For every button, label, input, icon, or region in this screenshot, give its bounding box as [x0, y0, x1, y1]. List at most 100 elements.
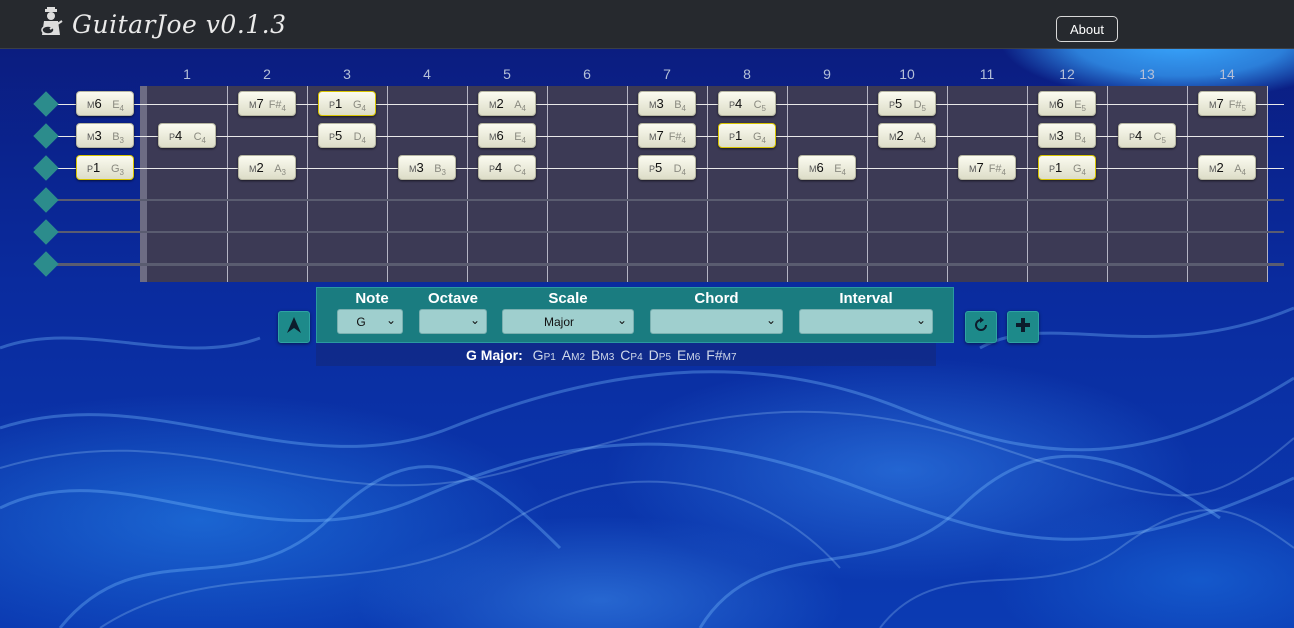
note-button[interactable]: P5 D4	[638, 155, 696, 180]
fret-number: 10	[899, 66, 915, 82]
note-button[interactable]: P5 D5	[878, 91, 936, 116]
note-button[interactable]: M2 A3	[238, 155, 296, 180]
fret-wire	[1187, 86, 1188, 282]
fret-number: 9	[823, 66, 831, 82]
note-select[interactable]: G ⌄	[337, 309, 403, 334]
interval-label: P5	[649, 160, 663, 175]
note-button[interactable]: M7 F#4	[238, 91, 296, 116]
note-name: A4	[514, 99, 526, 114]
fret-number: 11	[979, 66, 995, 82]
octave-label: Octave	[427, 290, 479, 307]
interval-label: M6	[1049, 96, 1064, 111]
fret-number: 6	[583, 66, 591, 82]
note-name: E4	[834, 163, 846, 178]
note-button[interactable]: M2 A4	[878, 123, 936, 148]
note-name: F#5	[1228, 99, 1246, 114]
note-button[interactable]: M7 F#5	[1198, 91, 1256, 116]
note-name: A3	[274, 163, 286, 178]
string-toggle-diamond-icon[interactable]	[33, 251, 59, 277]
note-button[interactable]: P5 D4	[318, 123, 376, 148]
scale-note: F#M7	[706, 347, 737, 363]
interval-label: M6	[809, 160, 824, 175]
interval-label: P1	[729, 128, 743, 143]
interval-label: M3	[409, 160, 424, 175]
app-title: GuitarJoe v0.1.3	[72, 9, 287, 39]
fret-wire	[947, 86, 948, 282]
note-button[interactable]: M2 A4	[1198, 155, 1256, 180]
note-button[interactable]: M7 F#4	[958, 155, 1016, 180]
string-toggle-diamond-icon[interactable]	[33, 91, 59, 117]
note-button[interactable]: M3 B3	[76, 123, 134, 148]
string-toggle-diamond-icon[interactable]	[33, 219, 59, 245]
note-button[interactable]: M7 F#4	[638, 123, 696, 148]
fret-number: 7	[663, 66, 671, 82]
note-button[interactable]: M3 B4	[1038, 123, 1096, 148]
fret-wire	[387, 86, 388, 282]
interval-label: P4	[169, 128, 183, 143]
note-name: A4	[914, 131, 926, 146]
note-name: E4	[112, 99, 124, 114]
interval-label: M2	[889, 128, 904, 143]
note-name: F#4	[668, 131, 686, 146]
interval-label: M7	[1209, 96, 1224, 111]
nut	[140, 86, 147, 282]
fret-number: 4	[423, 66, 431, 82]
chevron-down-icon: ⌄	[915, 313, 926, 327]
interval-label: M6	[489, 128, 504, 143]
about-button[interactable]: About	[1056, 16, 1118, 42]
root-note-button[interactable]: P1 G4	[1038, 155, 1096, 180]
interval-label: M6	[87, 96, 102, 111]
collapse-button[interactable]	[278, 311, 310, 343]
string-toggle-diamond-icon[interactable]	[33, 187, 59, 213]
root-note-button[interactable]: P1 G4	[718, 123, 776, 148]
root-note-button[interactable]: P1 G4	[318, 91, 376, 116]
scale-summary: G Major: GP1 AM2 BM3 CP4 DP5 EM6 F#M7	[466, 347, 737, 363]
add-fretboard-button[interactable]	[1007, 311, 1039, 343]
note-name: E5	[1074, 99, 1086, 114]
string-toggle-diamond-icon[interactable]	[33, 155, 59, 181]
interval-label: M2	[489, 96, 504, 111]
chevron-down-icon: ⌄	[385, 313, 396, 327]
plus-icon	[1014, 316, 1032, 338]
scale-label: Scale	[548, 290, 588, 307]
fret-wire	[547, 86, 548, 282]
note-name: C4	[193, 131, 206, 146]
note-button[interactable]: M6 E4	[478, 123, 536, 148]
interval-label: P5	[329, 128, 343, 143]
interval-label: M3	[87, 128, 102, 143]
note-button[interactable]: M2 A4	[478, 91, 536, 116]
note-name: B3	[434, 163, 446, 178]
note-button[interactable]: M3 B3	[398, 155, 456, 180]
interval-label: M2	[249, 160, 264, 175]
note-name: G4	[752, 131, 766, 146]
fret-number: 5	[503, 66, 511, 82]
note-name: G4	[1072, 163, 1086, 178]
octave-select[interactable]: ⌄	[419, 309, 487, 334]
scale-summary-title: G Major:	[466, 347, 523, 363]
root-note-button[interactable]: P1 G3	[76, 155, 134, 180]
navbar: GuitarJoe v0.1.3 About	[0, 0, 1294, 49]
fret-wire	[627, 86, 628, 282]
interval-label: M7	[649, 128, 664, 143]
note-button[interactable]: M3 B4	[638, 91, 696, 116]
note-name: D4	[673, 163, 686, 178]
note-name: F#4	[988, 163, 1006, 178]
fretboard	[140, 86, 1267, 282]
reset-button[interactable]	[965, 311, 997, 343]
brand[interactable]: GuitarJoe v0.1.3	[36, 6, 287, 42]
chord-select[interactable]: ⌄	[650, 309, 783, 334]
note-button[interactable]: P4 C5	[718, 91, 776, 116]
scale-select[interactable]: Major ⌄	[502, 309, 634, 334]
note-name: B4	[1074, 131, 1086, 146]
note-button[interactable]: M6 E4	[76, 91, 134, 116]
note-button[interactable]: M6 E5	[1038, 91, 1096, 116]
interval-label: P1	[329, 96, 343, 111]
note-button[interactable]: M6 E4	[798, 155, 856, 180]
note-button[interactable]: P4 C4	[478, 155, 536, 180]
fret-number: 12	[1059, 66, 1075, 82]
interval-select[interactable]: ⌄	[799, 309, 933, 334]
note-button[interactable]: P4 C4	[158, 123, 216, 148]
note-button[interactable]: P4 C5	[1118, 123, 1176, 148]
string-toggle-diamond-icon[interactable]	[33, 123, 59, 149]
scale-note: GP1	[532, 347, 556, 363]
